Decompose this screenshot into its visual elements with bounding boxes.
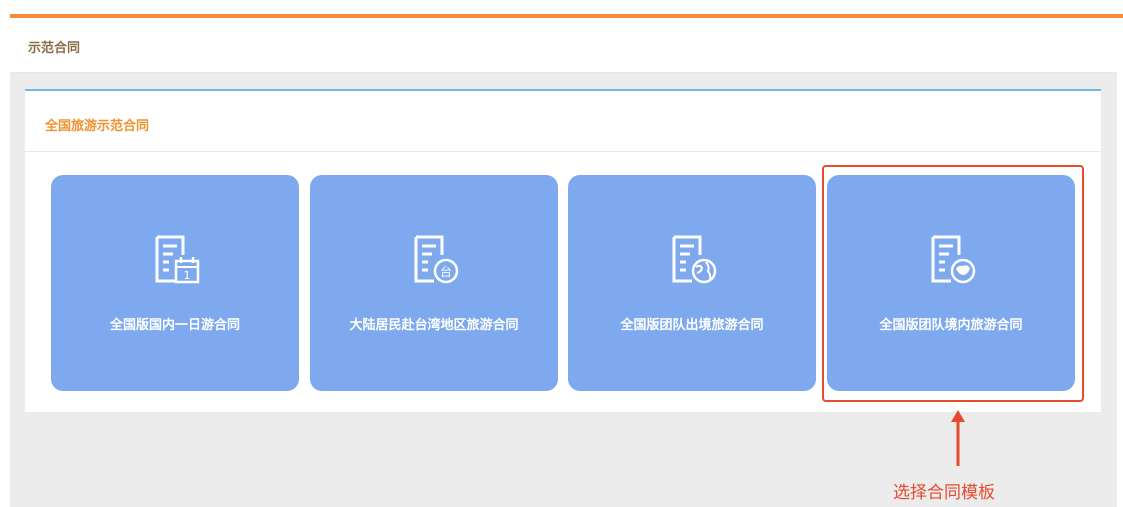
contract-calendar-icon: 1: [155, 235, 200, 284]
card-label: 大陆居民赴台湾地区旅游合同: [349, 318, 519, 333]
page-header: 示范合同: [10, 18, 1117, 73]
contract-card-taiwan-travel[interactable]: 台 大陆居民赴台湾地区旅游合同: [310, 175, 558, 391]
card-label: 全国版团队出境旅游合同: [620, 318, 764, 333]
svg-text:1: 1: [184, 269, 191, 282]
panel-title: 全国旅游示范合同: [45, 119, 150, 134]
page-title: 示范合同: [28, 41, 81, 56]
contract-taiwan-icon: 台: [414, 235, 459, 284]
contract-globe-icon: [672, 235, 717, 284]
card-label: 全国版国内一日游合同: [109, 318, 240, 333]
selection-highlight-box: [822, 165, 1084, 402]
contract-card-domestic-day-trip[interactable]: 1 全国版国内一日游合同: [51, 175, 299, 391]
arrow-up-icon: [951, 410, 965, 466]
contract-card-outbound-group[interactable]: 全国版团队出境旅游合同: [568, 175, 816, 391]
panel-header: 全国旅游示范合同: [25, 91, 1101, 152]
annotation-label: 选择合同模板: [893, 483, 995, 503]
svg-text:台: 台: [440, 264, 452, 279]
